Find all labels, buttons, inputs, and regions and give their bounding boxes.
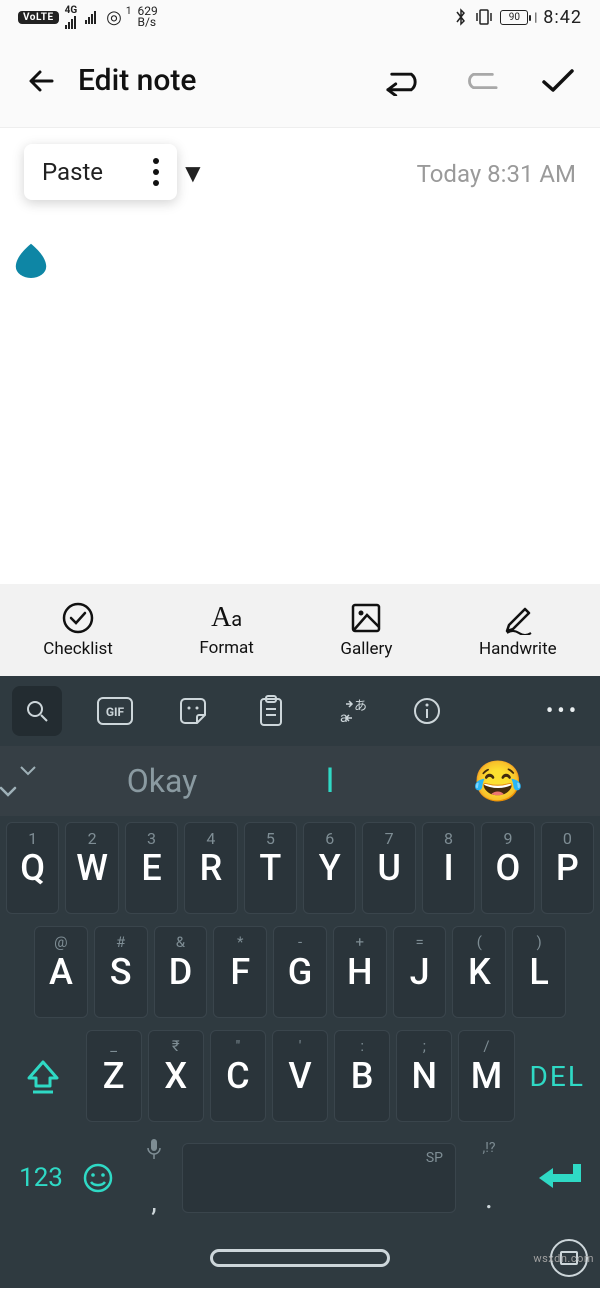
key-y[interactable]: 6Y <box>303 822 356 914</box>
format-button[interactable]: Aa Format <box>199 602 253 658</box>
suggestion-close-button[interactable] <box>18 761 38 801</box>
handwrite-button[interactable]: Handwrite <box>479 601 557 659</box>
key-v[interactable]: 'V <box>272 1030 328 1122</box>
key-l[interactable]: )L <box>512 926 566 1018</box>
nav-bar <box>0 1228 600 1288</box>
emoji-key[interactable] <box>82 1162 126 1194</box>
key-row-2: @A#S&D*F-G+H=J(K)L <box>0 920 600 1024</box>
paste-button[interactable]: Paste <box>42 158 103 186</box>
key-w[interactable]: 2W <box>65 822 118 914</box>
kbd-clipboard-button[interactable] <box>246 686 296 736</box>
watermark: wsxdn.com <box>533 1252 594 1265</box>
bluetooth-icon <box>454 8 468 26</box>
kbd-more-button[interactable]: ••• <box>538 686 588 736</box>
kbd-translate-button[interactable]: aあ <box>324 686 374 736</box>
battery-icon: 90 <box>500 10 528 25</box>
mic-icon <box>145 1138 163 1160</box>
done-button[interactable] <box>540 63 576 99</box>
key-r[interactable]: 4R <box>184 822 237 914</box>
suggestion-2[interactable]: I <box>246 761 414 801</box>
context-menu: Paste <box>24 144 177 200</box>
hotspot-icon: ◎ <box>106 7 122 28</box>
signal-bars-icon <box>85 10 96 24</box>
text-cursor-handle[interactable] <box>12 240 50 278</box>
suggestion-1[interactable]: Okay <box>78 762 246 800</box>
key-row-3: _Z₹X"C'V:B;N/M DEL <box>0 1024 600 1128</box>
key-t[interactable]: 5T <box>244 822 297 914</box>
gallery-button[interactable]: Gallery <box>340 601 392 659</box>
note-body[interactable]: No categ ory ▼ Today 8:31 AM Paste <box>0 128 600 584</box>
key-b[interactable]: :B <box>334 1030 390 1122</box>
key-u[interactable]: 7U <box>362 822 415 914</box>
key-k[interactable]: (K <box>452 926 506 1018</box>
key-g[interactable]: -G <box>273 926 327 1018</box>
volte-badge: VoLTE <box>18 11 59 24</box>
timestamp: Today 8:31 AM <box>417 160 576 188</box>
suggestion-3[interactable]: 😂 <box>414 758 582 805</box>
svg-text:GIF: GIF <box>106 705 125 719</box>
kbd-info-button[interactable] <box>402 686 452 736</box>
mic-comma-key[interactable]: , <box>132 1128 176 1228</box>
key-n[interactable]: ;N <box>396 1030 452 1122</box>
redo-button[interactable] <box>462 63 498 99</box>
page-title: Edit note <box>78 63 196 98</box>
network-4g: 4G <box>65 6 78 29</box>
numeric-key[interactable]: 123 <box>6 1163 76 1193</box>
signal-bars-icon <box>65 15 76 29</box>
key-x[interactable]: ₹X <box>148 1030 204 1122</box>
battery-saver-icon: | <box>534 10 537 24</box>
key-d[interactable]: &D <box>154 926 208 1018</box>
network-speed: 629 B/s <box>137 6 157 28</box>
key-p[interactable]: 0P <box>541 822 594 914</box>
home-gesture-pill[interactable] <box>210 1249 390 1267</box>
period-key[interactable]: ,!? . <box>462 1128 516 1228</box>
suggestion-bar: Okay I 😂 <box>0 746 600 816</box>
key-e[interactable]: 3E <box>125 822 178 914</box>
kbd-sticker-button[interactable] <box>168 686 218 736</box>
status-left: VoLTE 4G ◎ 1 629 B/s <box>18 6 158 29</box>
more-options-button[interactable] <box>153 158 159 186</box>
key-s[interactable]: #S <box>94 926 148 1018</box>
back-button[interactable] <box>24 63 60 99</box>
keyboard: GIF aあ ••• Okay I 😂 1Q2W3E4R5T6Y7U8I9O0P… <box>0 676 600 1288</box>
key-i[interactable]: 8I <box>422 822 475 914</box>
kbd-gif-button[interactable]: GIF <box>90 686 140 736</box>
hotspot-count: 1 <box>126 6 132 17</box>
key-z[interactable]: _Z <box>86 1030 142 1122</box>
enter-key[interactable] <box>522 1160 594 1196</box>
delete-key[interactable]: DEL <box>520 1030 594 1122</box>
status-bar: VoLTE 4G ◎ 1 629 B/s 90 | 8:42 <box>0 0 600 34</box>
key-row-4: 123 , SP ,!? . <box>0 1128 600 1228</box>
svg-text:あ: あ <box>354 699 366 714</box>
shift-key[interactable] <box>6 1030 80 1122</box>
key-f[interactable]: *F <box>213 926 267 1018</box>
clock: 8:42 <box>543 7 582 28</box>
key-m[interactable]: /M <box>458 1030 514 1122</box>
key-h[interactable]: +H <box>333 926 387 1018</box>
vibrate-icon <box>474 8 494 26</box>
status-right: 90 | 8:42 <box>454 7 582 28</box>
key-a[interactable]: @A <box>34 926 88 1018</box>
space-key[interactable]: SP <box>182 1143 456 1213</box>
checklist-button[interactable]: Checklist <box>43 601 113 659</box>
undo-button[interactable] <box>384 63 420 99</box>
dropdown-icon[interactable]: ▼ <box>180 158 206 189</box>
key-q[interactable]: 1Q <box>6 822 59 914</box>
key-j[interactable]: =J <box>393 926 447 1018</box>
key-c[interactable]: "C <box>210 1030 266 1122</box>
note-toolbar: Checklist Aa Format Gallery Handwrite <box>0 584 600 676</box>
key-row-1: 1Q2W3E4R5T6Y7U8I9O0P <box>0 816 600 920</box>
key-o[interactable]: 9O <box>481 822 534 914</box>
kbd-search-button[interactable] <box>12 686 62 736</box>
keyboard-toolbar: GIF aあ ••• <box>0 676 600 746</box>
app-bar: Edit note <box>0 34 600 128</box>
